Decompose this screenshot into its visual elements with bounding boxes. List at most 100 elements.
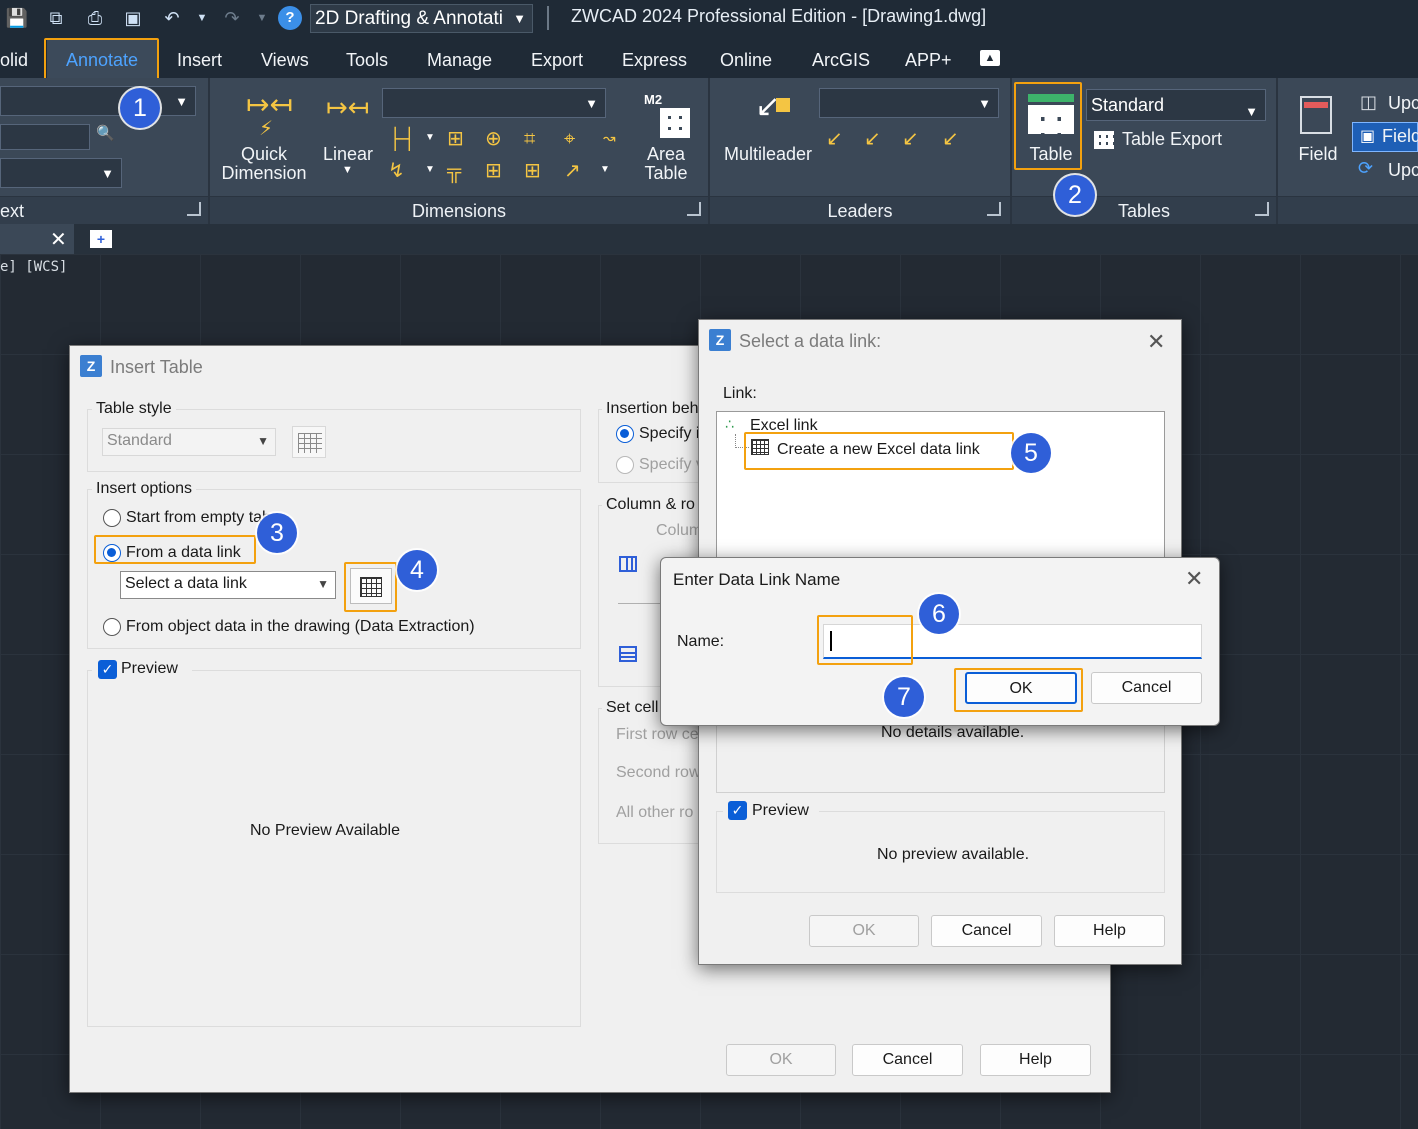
field-icon[interactable] bbox=[1300, 96, 1332, 134]
area-table-label[interactable]: Area Table bbox=[636, 145, 696, 183]
table-export-icon[interactable] bbox=[1094, 131, 1114, 149]
chevron-down-icon[interactable]: ▼ bbox=[425, 132, 435, 143]
table-style-launch-button[interactable] bbox=[292, 426, 326, 458]
linear-dimension-icon[interactable]: ↦↤ bbox=[326, 94, 370, 120]
radio-object-data[interactable] bbox=[103, 618, 121, 636]
undo-icon[interactable]: ↶ bbox=[160, 6, 184, 30]
help-button[interactable]: Help bbox=[980, 1044, 1091, 1076]
dimension-edit-icon[interactable]: ⊞ bbox=[447, 128, 464, 150]
table-label[interactable]: Table bbox=[1018, 145, 1084, 164]
ribbon-minimize-icon[interactable]: ▲ bbox=[980, 50, 1000, 66]
tab-views[interactable]: Views bbox=[261, 38, 309, 78]
save-icon[interactable]: 💾 bbox=[5, 6, 29, 30]
radio-empty-table[interactable] bbox=[103, 509, 121, 527]
quick-dimension-icon[interactable]: ↦↤ bbox=[246, 91, 293, 119]
update-label[interactable]: Upc bbox=[1388, 161, 1418, 180]
table-icon[interactable] bbox=[1028, 94, 1074, 134]
multileader-style-dropdown[interactable]: ▼ bbox=[819, 88, 999, 118]
add-leader-icon[interactable]: ↙ bbox=[826, 128, 843, 150]
redo-icon[interactable]: ↷ bbox=[220, 6, 244, 30]
chevron-down-icon[interactable]: ▼ bbox=[425, 164, 435, 175]
table-export-label[interactable]: Table Export bbox=[1122, 130, 1222, 149]
radio-specify-insertion[interactable] bbox=[616, 425, 634, 443]
undo-dropdown-icon[interactable]: ▼ bbox=[190, 6, 214, 30]
tab-online[interactable]: Online bbox=[720, 38, 772, 78]
tab-app-plus[interactable]: APP+ bbox=[905, 38, 952, 78]
panel-launcher-icon[interactable] bbox=[687, 202, 701, 216]
zoom-extents-icon[interactable]: ▣ bbox=[121, 6, 145, 30]
specify-window-label[interactable]: Specify v bbox=[639, 456, 704, 474]
tree-create-excel-link[interactable]: Create a new Excel data link bbox=[777, 441, 980, 459]
remove-leader-icon[interactable]: ↙ bbox=[864, 128, 881, 150]
tab-export[interactable]: Export bbox=[531, 38, 583, 78]
dimension-space-icon[interactable]: ⌖ bbox=[564, 128, 575, 150]
print-icon[interactable]: ⎙ bbox=[83, 6, 107, 30]
panel-launcher-icon[interactable] bbox=[187, 202, 201, 216]
tab-annotate[interactable]: Annotate bbox=[47, 38, 157, 78]
tab-express[interactable]: Express bbox=[622, 38, 687, 78]
preview-label[interactable]: Preview bbox=[752, 802, 809, 820]
viewport-label[interactable]: e] [WCS] bbox=[0, 259, 67, 275]
close-icon[interactable]: ✕ bbox=[1185, 568, 1203, 590]
tab-insert[interactable]: Insert bbox=[177, 38, 222, 78]
radio-data-link-label[interactable]: From a data link bbox=[126, 544, 241, 562]
close-icon[interactable]: ✕ bbox=[50, 227, 67, 252]
text-style-dropdown[interactable]: ▼ bbox=[0, 86, 196, 116]
baseline-dimension-icon[interactable]: ├┤ bbox=[388, 128, 416, 150]
dimension-break-icon[interactable]: ⌗ bbox=[524, 128, 535, 150]
field-small-label[interactable]: Field bbox=[1382, 127, 1418, 146]
cancel-button[interactable]: Cancel bbox=[1091, 672, 1202, 704]
oblique-dimension-icon[interactable]: ↝ bbox=[603, 128, 616, 150]
help-icon[interactable]: ? bbox=[278, 6, 302, 30]
panel-launcher-icon[interactable] bbox=[1255, 202, 1269, 216]
continue-dimension-icon[interactable]: ↯ bbox=[388, 160, 405, 182]
dimension-update-icon[interactable]: ╦ bbox=[447, 160, 461, 182]
save-all-icon[interactable]: ⧉ bbox=[44, 6, 68, 30]
cancel-button[interactable]: Cancel bbox=[852, 1044, 963, 1076]
collect-leader-icon[interactable]: ↙ bbox=[942, 128, 959, 150]
update-field-icon[interactable]: ◫ bbox=[1360, 92, 1377, 113]
find-text-icon[interactable]: 🔍 bbox=[96, 124, 115, 142]
update-field-label[interactable]: Upc bbox=[1388, 94, 1418, 113]
quick-dimension-label[interactable]: Quick Dimension bbox=[218, 145, 310, 183]
linear-dimension-label[interactable]: Linear bbox=[318, 145, 378, 164]
table-style-select[interactable]: Standard ▼ bbox=[102, 428, 276, 456]
dimension-tedit-icon[interactable]: ↗ bbox=[564, 160, 581, 182]
refresh-icon[interactable]: ⟳ bbox=[1358, 158, 1373, 179]
tab-solid[interactable]: olid bbox=[0, 38, 28, 78]
radio-data-link[interactable] bbox=[103, 544, 121, 562]
ok-button[interactable]: OK bbox=[809, 915, 919, 947]
preview-checkbox[interactable]: ✓ bbox=[98, 660, 117, 679]
data-link-manager-button[interactable] bbox=[350, 568, 392, 604]
radio-object-data-label[interactable]: From object data in the drawing (Data Ex… bbox=[126, 618, 475, 636]
radio-specify-window[interactable] bbox=[616, 456, 634, 474]
preview-label[interactable]: Preview bbox=[121, 660, 178, 678]
field-label[interactable]: Field bbox=[1290, 145, 1346, 164]
chevron-down-icon[interactable]: ▼ bbox=[342, 164, 353, 176]
cancel-button[interactable]: Cancel bbox=[931, 915, 1042, 947]
align-leader-icon[interactable]: ↙ bbox=[902, 128, 919, 150]
tab-arcgis[interactable]: ArcGIS bbox=[812, 38, 870, 78]
preview-checkbox[interactable]: ✓ bbox=[728, 801, 747, 820]
chevron-down-icon[interactable]: ▼ bbox=[600, 164, 610, 175]
workspace-selector[interactable]: 2D Drafting & Annotati ▼ bbox=[310, 4, 533, 33]
panel-launcher-icon[interactable] bbox=[987, 202, 1001, 216]
data-link-select[interactable]: Select a data link ▼ bbox=[120, 571, 336, 599]
dimension-style-dropdown[interactable]: ▼ bbox=[382, 88, 606, 118]
specify-insertion-label[interactable]: Specify i bbox=[639, 425, 699, 443]
ok-button[interactable]: OK bbox=[726, 1044, 836, 1076]
new-tab-icon[interactable]: + bbox=[90, 230, 112, 248]
area-table-icon[interactable]: M2 bbox=[644, 92, 692, 138]
radio-empty-table-label[interactable]: Start from empty tab bbox=[126, 509, 271, 527]
tree-excel-link[interactable]: Excel link bbox=[750, 417, 818, 435]
close-icon[interactable]: ✕ bbox=[1147, 331, 1165, 353]
tab-manage[interactable]: Manage bbox=[427, 38, 492, 78]
ok-button[interactable]: OK bbox=[965, 672, 1077, 704]
text-dropdown[interactable]: ▼ bbox=[0, 158, 122, 188]
text-height-input[interactable] bbox=[0, 124, 90, 150]
tab-tools[interactable]: Tools bbox=[346, 38, 388, 78]
help-button[interactable]: Help bbox=[1054, 915, 1165, 947]
dimension-adjust-icon[interactable]: ⊞ bbox=[524, 160, 541, 182]
dimension-reassociate-icon[interactable]: ⊞ bbox=[485, 160, 502, 182]
redo-dropdown-icon[interactable]: ▼ bbox=[250, 6, 274, 30]
